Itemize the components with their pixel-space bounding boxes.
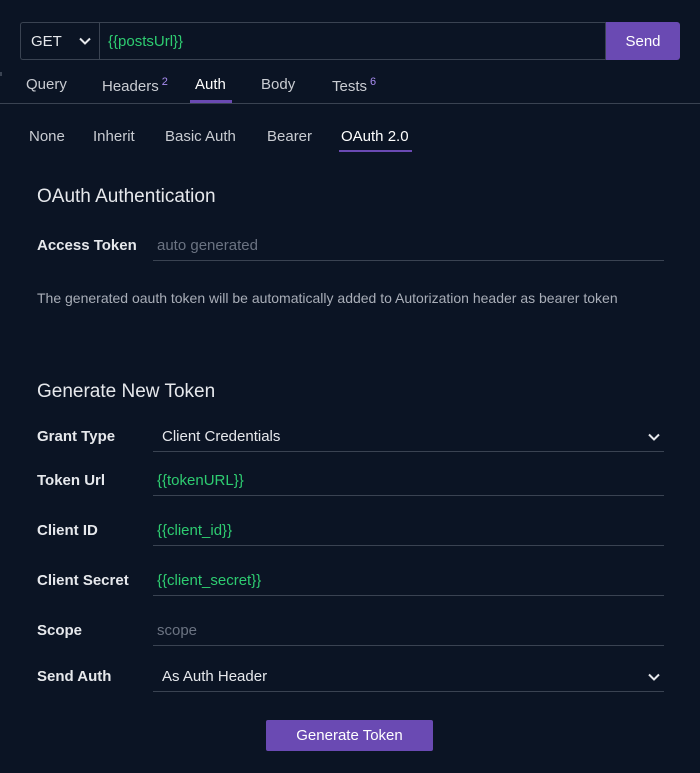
tab-tests[interactable]: Tests 6 <box>332 76 376 95</box>
tabs-divider <box>0 72 2 76</box>
client-secret-input[interactable]: {{client_secret}} <box>153 566 664 596</box>
chevron-down-icon <box>79 37 91 45</box>
access-token-label: Access Token <box>37 237 137 254</box>
method-value: GET <box>31 32 62 50</box>
token-url-label: Token Url <box>37 472 106 489</box>
auth-type-inherit[interactable]: Inherit <box>93 128 135 145</box>
oauth-help-text: The generated oauth token will be automa… <box>37 290 618 306</box>
grant-type-select[interactable]: Client Credentials <box>153 422 664 452</box>
auth-type-basic[interactable]: Basic Auth <box>165 128 236 145</box>
send-button-label: Send <box>625 32 661 50</box>
chevron-down-icon <box>648 673 660 681</box>
tab-label: Headers <box>102 78 159 95</box>
auth-type-none[interactable]: None <box>29 128 65 145</box>
scope-label: Scope <box>37 622 83 639</box>
url-input[interactable]: {{postsUrl}} <box>99 22 606 60</box>
active-tab-indicator <box>190 100 232 103</box>
chevron-down-icon <box>648 433 660 441</box>
request-bar: GET {{postsUrl}} Send <box>20 22 680 60</box>
send-auth-select[interactable]: As Auth Header <box>153 662 664 692</box>
send-auth-label: Send Auth <box>37 668 112 685</box>
tab-query[interactable]: Query <box>26 76 67 93</box>
scope-placeholder: scope <box>157 622 198 639</box>
main-tabs: Query Headers 2 Auth Body Tests 6 <box>0 62 700 104</box>
access-token-input[interactable]: auto generated <box>153 231 664 261</box>
tab-headers[interactable]: Headers 2 <box>102 76 168 95</box>
auth-type-label: None <box>29 128 65 145</box>
send-button[interactable]: Send <box>606 22 680 60</box>
send-auth-value: As Auth Header <box>162 668 268 685</box>
tab-count-badge: 6 <box>370 76 377 88</box>
tab-label: Tests <box>332 78 368 95</box>
tab-label: Body <box>261 76 296 93</box>
active-auth-type-indicator <box>339 150 412 152</box>
auth-type-label: Inherit <box>93 128 135 145</box>
generate-token-button[interactable]: Generate Token <box>266 720 433 751</box>
method-select[interactable]: GET <box>20 22 99 60</box>
tab-label: Auth <box>195 76 226 93</box>
client-secret-label: Client Secret <box>37 572 129 589</box>
tab-auth[interactable]: Auth <box>195 76 226 93</box>
tab-body[interactable]: Body <box>261 76 295 93</box>
auth-type-label: Bearer <box>267 128 313 145</box>
grant-type-label: Grant Type <box>37 428 116 445</box>
token-url-input[interactable]: {{tokenURL}} <box>153 466 664 496</box>
auth-type-label: Basic Auth <box>165 128 236 145</box>
scope-input[interactable]: scope <box>153 616 664 646</box>
access-token-placeholder: auto generated <box>157 237 258 254</box>
client-id-input[interactable]: {{client_id}} <box>153 516 664 546</box>
request-editor: GET {{postsUrl}} Send Query Headers 2 Aut… <box>0 0 700 773</box>
tab-count-badge: 2 <box>161 76 168 88</box>
grant-type-value: Client Credentials <box>162 428 281 445</box>
tab-label: Query <box>26 76 67 93</box>
oauth-section-title: OAuth Authentication <box>37 186 216 207</box>
auth-type-oauth2[interactable]: OAuth 2.0 <box>341 128 409 145</box>
auth-type-label: OAuth 2.0 <box>341 128 409 145</box>
auth-type-bearer[interactable]: Bearer <box>267 128 312 145</box>
client-id-value: {{client_id}} <box>157 522 233 539</box>
token-url-value: {{tokenURL}} <box>157 472 244 489</box>
client-id-label: Client ID <box>37 522 98 539</box>
client-secret-value: {{client_secret}} <box>157 572 262 589</box>
generate-token-section-title: Generate New Token <box>37 381 216 402</box>
url-value: {{postsUrl}} <box>108 32 184 50</box>
generate-token-button-label: Generate Token <box>296 727 403 744</box>
